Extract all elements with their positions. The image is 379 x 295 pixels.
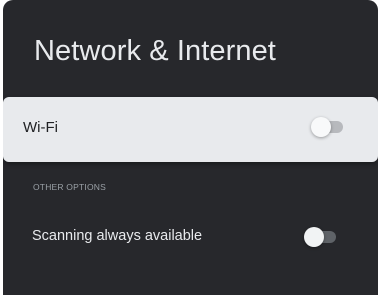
wifi-label: Wi-Fi xyxy=(23,119,58,136)
wifi-setting-row[interactable]: Wi-Fi xyxy=(3,97,378,162)
wifi-toggle[interactable] xyxy=(311,117,343,137)
settings-screen: Network & Internet Wi-Fi OTHER OPTIONS S… xyxy=(0,0,379,295)
other-options-header: OTHER OPTIONS xyxy=(33,182,106,192)
settings-panel: Network & Internet Wi-Fi OTHER OPTIONS S… xyxy=(3,0,378,295)
page-title: Network & Internet xyxy=(34,35,276,67)
scanning-label: Scanning always available xyxy=(32,228,203,244)
wifi-toggle-thumb xyxy=(311,117,331,137)
scanning-toggle-thumb xyxy=(304,227,324,247)
scanning-setting-row[interactable]: Scanning always available xyxy=(3,212,378,262)
scanning-toggle[interactable] xyxy=(304,227,336,247)
